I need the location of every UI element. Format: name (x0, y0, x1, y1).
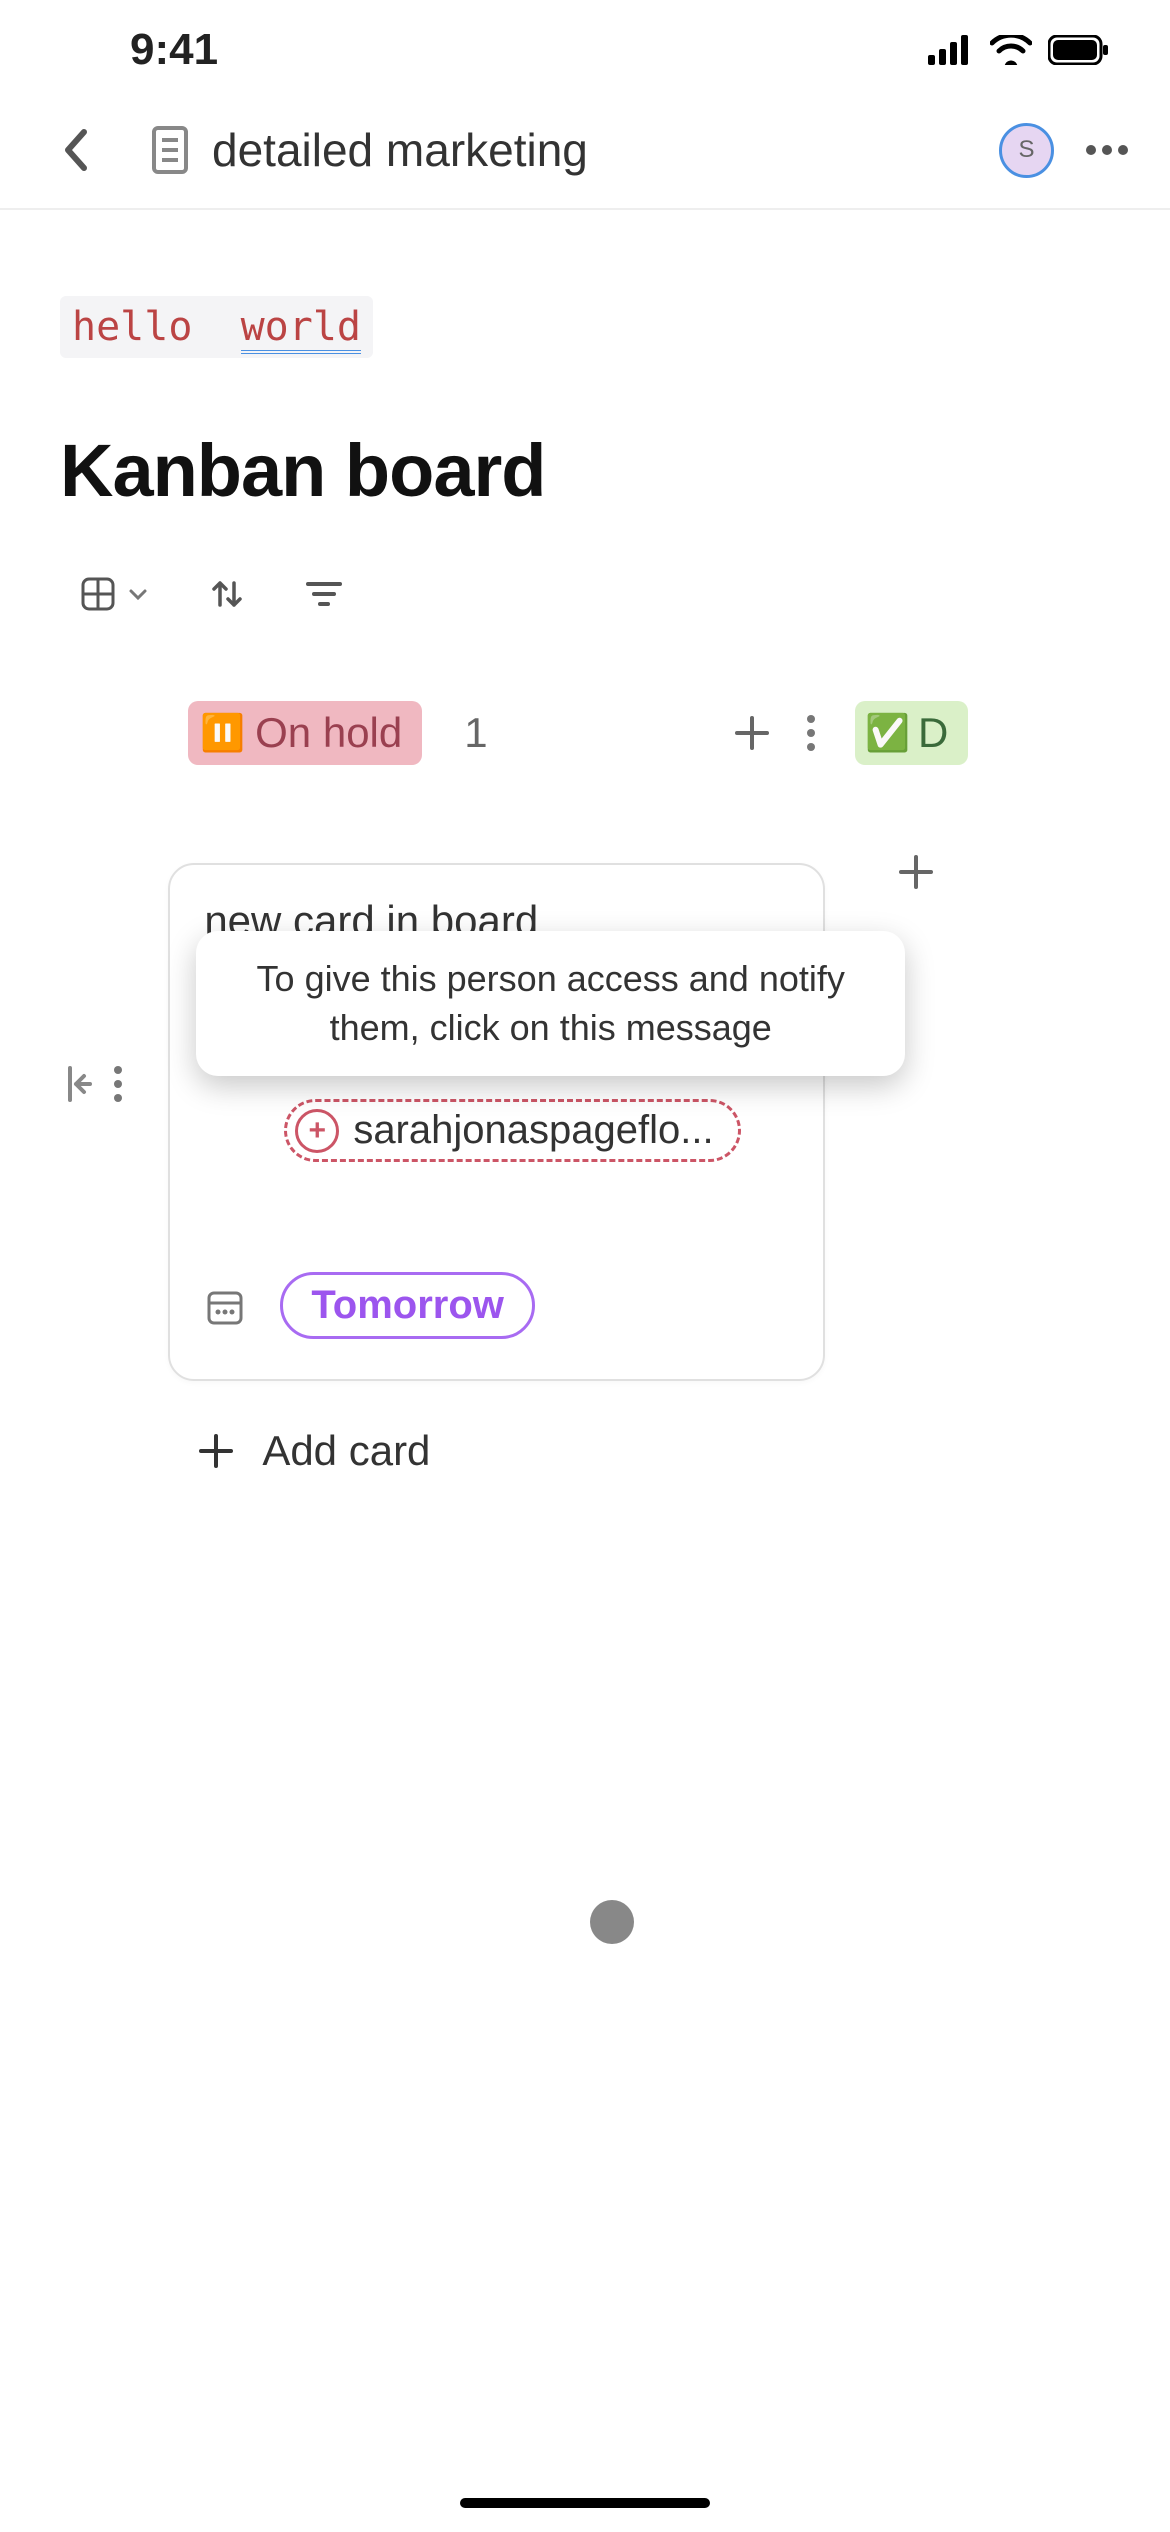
column-label: On hold (255, 709, 402, 757)
avatar[interactable]: S (999, 123, 1054, 178)
add-card-label: Add card (262, 1427, 430, 1475)
column-partial-left (40, 693, 138, 1475)
view-controls (60, 575, 1110, 613)
view-switcher[interactable] (80, 576, 148, 612)
code-block[interactable]: hello world (60, 296, 373, 358)
database-title[interactable]: Kanban board (60, 428, 1110, 513)
add-card-button[interactable]: Add card (168, 1427, 825, 1475)
cellular-icon (928, 35, 974, 65)
date-property-icon[interactable] (204, 1285, 246, 1327)
column-label: D (918, 709, 948, 757)
column-partial-right: ✅ D (855, 693, 1110, 1475)
page-icon (120, 126, 206, 174)
code-word-1: hello (72, 304, 192, 350)
status-bar: 9:41 (0, 0, 1170, 100)
column-status-pill[interactable]: ⏸️ On hold (188, 701, 422, 765)
battery-icon (1048, 35, 1110, 65)
kanban-board: ⏸️ On hold 1 new card in board To give t… (40, 693, 1110, 1475)
mention-chip[interactable]: + sarahjonaspageflo... (284, 1099, 740, 1162)
status-right (928, 35, 1110, 65)
plus-icon: + (295, 1109, 339, 1153)
back-button[interactable] (50, 118, 120, 182)
code-word-2: world (241, 304, 361, 354)
check-icon: ✅ (865, 712, 910, 754)
access-tooltip[interactable]: To give this person access and notify th… (196, 931, 905, 1076)
kanban-card[interactable]: new card in board To give this person ac… (168, 863, 825, 1381)
column-on-hold: ⏸️ On hold 1 new card in board To give t… (168, 693, 825, 1475)
more-button[interactable] (1084, 143, 1130, 157)
pause-icon: ⏸️ (200, 712, 245, 754)
column-status-pill-done[interactable]: ✅ D (855, 701, 968, 765)
home-indicator[interactable] (460, 2498, 710, 2508)
column-more-button[interactable] (112, 1064, 124, 1104)
column-count: 1 (464, 709, 487, 757)
top-nav: detailed marketing S (0, 100, 1170, 210)
column-add-button[interactable] (897, 853, 935, 891)
mention-name: sarahjonaspageflo... (353, 1108, 713, 1153)
sort-button[interactable] (208, 575, 246, 613)
page-title[interactable]: detailed marketing (212, 123, 588, 177)
filter-button[interactable] (306, 580, 342, 608)
column-collapse-icon[interactable] (66, 1064, 94, 1104)
column-add-button[interactable] (733, 714, 771, 752)
touch-cursor (590, 1900, 634, 1944)
column-more-button[interactable] (805, 713, 817, 753)
due-date-pill[interactable]: Tomorrow (280, 1272, 535, 1339)
wifi-icon (990, 35, 1032, 65)
status-time: 9:41 (130, 25, 218, 75)
